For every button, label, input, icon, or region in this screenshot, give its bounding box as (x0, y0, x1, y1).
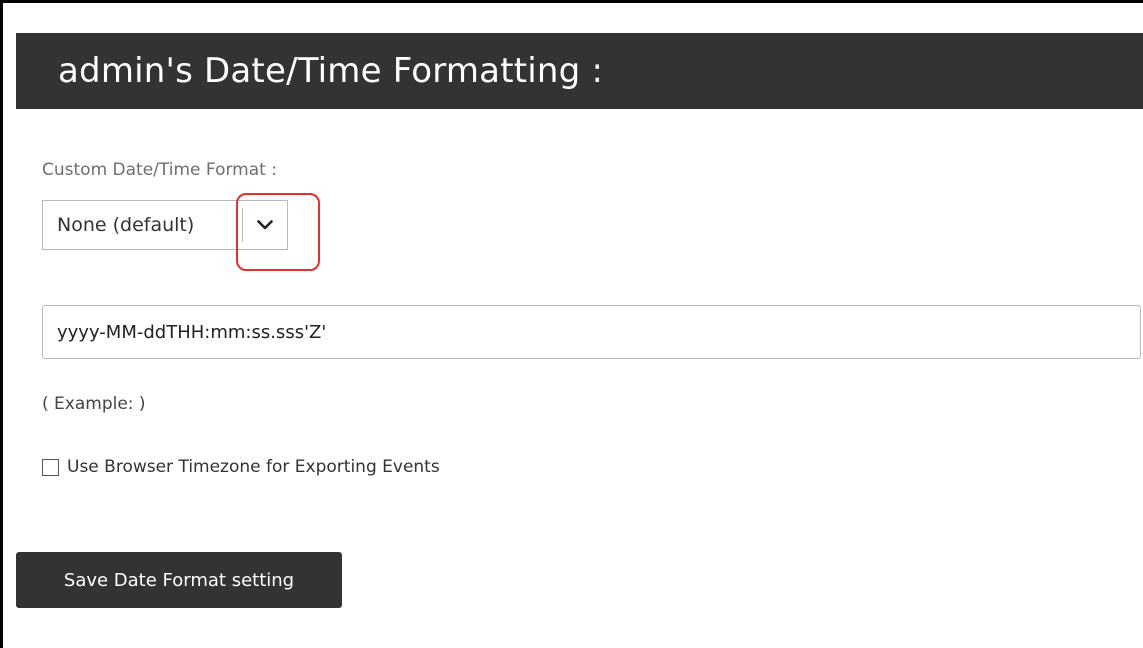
save-date-format-button[interactable]: Save Date Format setting (16, 552, 342, 608)
date-format-select-value: None (default) (57, 214, 195, 236)
browser-timezone-option[interactable]: Use Browser Timezone for Exporting Event… (42, 457, 440, 477)
page-title: admin's Date/Time Formatting : (58, 51, 604, 91)
date-format-label: Custom Date/Time Format : (42, 160, 277, 180)
chevron-down-icon[interactable] (243, 201, 287, 249)
date-format-select[interactable]: None (default) (42, 200, 288, 250)
date-format-pattern-input[interactable] (42, 305, 1141, 359)
browser-timezone-checkbox[interactable] (42, 458, 59, 476)
format-example-text: ( Example: ) (42, 394, 146, 414)
browser-timezone-label[interactable]: Use Browser Timezone for Exporting Event… (67, 457, 440, 477)
section-header: admin's Date/Time Formatting : (16, 33, 1143, 109)
